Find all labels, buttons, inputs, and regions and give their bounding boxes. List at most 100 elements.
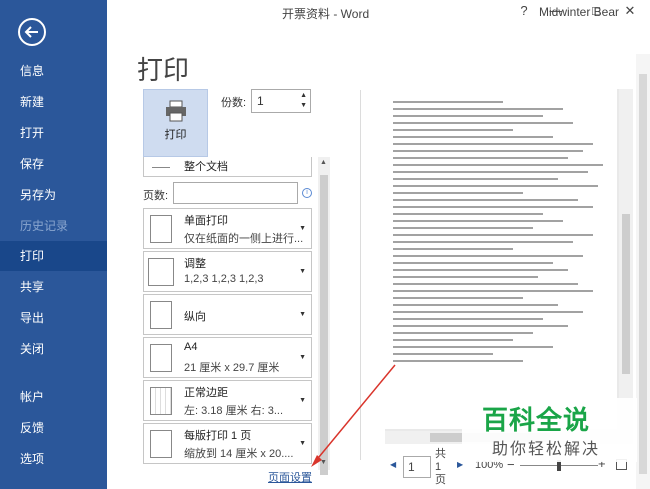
print-what-title: 整个文档 [184,161,228,173]
preview-text-line [393,332,533,334]
page-title: 打印 [137,56,190,86]
preview-text-line [393,269,568,271]
copies-stepper[interactable]: 1 ▲ ▼ [251,89,311,113]
nav-item-save[interactable]: 保存 [0,149,107,179]
orientation-dropdown[interactable]: 纵向 ▼ [143,294,312,335]
preview-text-line [393,311,583,313]
pages-per-sheet-dropdown[interactable]: 每版打印 1 页 缩放到 14 厘米 x 20.... ▼ [143,423,312,464]
preview-text-line [393,234,593,236]
info-icon[interactable]: i [302,188,312,198]
nav-item-options[interactable]: 选项 [0,444,107,474]
preview-text-line [393,129,513,131]
print-what-dropdown[interactable]: 整个文档 [143,157,312,177]
pages-label: 页数: [143,190,169,202]
chevron-down-icon: ▼ [299,268,306,275]
help-button[interactable]: ? [513,3,535,21]
preview-vertical-scrollbar[interactable] [619,89,633,433]
nav-item-info[interactable]: 信息 [0,56,107,86]
collate-dropdown[interactable]: 调整 1,2,3 1,2,3 1,2,3 ▼ [143,251,312,292]
print-button-label: 打印 [164,129,187,141]
preview-text-line [393,178,558,180]
backstage-nav: 信息 新建 打开 保存 另存为 历史记录 打印 共享 导出 关闭 帐户 反馈 选… [0,0,107,489]
nav-item-close[interactable]: 关闭 [0,334,107,364]
margins-subtitle: 左: 3.18 厘米 右: 3... [184,405,284,417]
stepper-up-icon[interactable]: ▲ [300,92,307,99]
margins-dropdown[interactable]: 正常边距 左: 3.18 厘米 右: 3... ▼ [143,380,312,421]
page-setup-link[interactable]: 页面设置 [268,469,312,485]
preview-text-line [393,122,573,124]
margins-icon [150,387,172,415]
preview-text-line [393,101,503,103]
preview-text-line [393,353,493,355]
preview-text-line [393,346,553,348]
back-arrow-icon[interactable] [18,18,46,46]
collate-subtitle: 1,2,3 1,2,3 1,2,3 [184,273,264,285]
preview-text-line [393,318,543,320]
scrollbar-thumb[interactable] [320,175,328,475]
scrollbar-thumb[interactable] [622,214,630,374]
preview-text-line [393,255,583,257]
scroll-up-icon[interactable]: ▲ [320,159,327,166]
watermark-logo: 百科全说 助你轻松解决 [462,398,637,462]
nav-item-share[interactable]: 共享 [0,272,107,302]
preview-text-line [393,283,578,285]
preview-text-line [393,325,568,327]
maximize-button[interactable]: □ [585,3,607,21]
watermark-title: 百科全说 [482,406,591,436]
preview-text-line [393,297,523,299]
scrollbar-thumb[interactable] [639,74,647,474]
preview-text-line [393,220,563,222]
nav-item-account[interactable]: 帐户 [0,382,107,412]
per-sheet-title: 每版打印 1 页 [184,430,252,442]
printer-icon [166,100,186,122]
document-title: 开票资料 - Word [282,7,370,21]
title-bar: 开票资料 - Word Midwinter Bear ? — □ ✕ [107,0,650,26]
divider [360,90,361,460]
nav-item-open[interactable]: 打开 [0,118,107,148]
preview-text-line [393,150,583,152]
per-sheet-subtitle: 缩放到 14 厘米 x 20.... [184,448,294,460]
previous-page-icon[interactable]: ◀ [390,460,396,469]
preview-text-line [393,171,588,173]
single-sided-icon [150,215,172,243]
preview-text-line [393,157,568,159]
preview-text-line [393,115,543,117]
margins-title: 正常边距 [184,387,228,399]
preview-text-line [393,290,593,292]
stepper-down-icon[interactable]: ▼ [300,102,307,109]
preview-text-line [393,143,593,145]
nav-item-export[interactable]: 导出 [0,303,107,333]
settings-scrollbar[interactable]: ▲ ▼ [318,157,330,475]
nav-item-new[interactable]: 新建 [0,87,107,117]
paper-icon [150,344,172,372]
preview-text-line [393,213,543,215]
paper-size-dropdown[interactable]: A4 21 厘米 x 29.7 厘米 ▼ [143,337,312,378]
preview-text-line [393,241,573,243]
sides-title: 单面打印 [184,215,228,227]
collate-icon [148,258,174,286]
pages-input[interactable] [173,182,298,204]
sides-dropdown[interactable]: 单面打印 仅在纸面的一侧上进行... ▼ [143,208,312,249]
nav-item-feedback[interactable]: 反馈 [0,413,107,443]
document-icon [152,157,170,168]
close-button[interactable]: ✕ [619,3,641,21]
preview-text-line [393,276,538,278]
nav-item-save-as[interactable]: 另存为 [0,180,107,210]
minimize-button[interactable]: — [545,3,567,21]
preview-text-line [393,339,513,341]
print-button[interactable]: 打印 [143,89,208,157]
chevron-down-icon: ▼ [299,225,306,232]
chevron-down-icon: ▼ [299,354,306,361]
print-preview-page [385,89,617,429]
total-pages: 共 1 页 [435,448,446,486]
nav-item-history: 历史记录 [20,219,69,233]
preview-text-line [393,136,553,138]
preview-text-line [393,360,523,362]
scroll-down-icon[interactable]: ▼ [320,459,327,466]
preview-text-line [393,192,523,194]
preview-text-line [393,248,513,250]
nav-item-print[interactable]: 打印 [0,241,107,271]
backstage-scrollbar[interactable] [636,54,650,489]
preview-text-line [393,227,533,229]
current-page-input[interactable]: 1 [403,456,431,478]
